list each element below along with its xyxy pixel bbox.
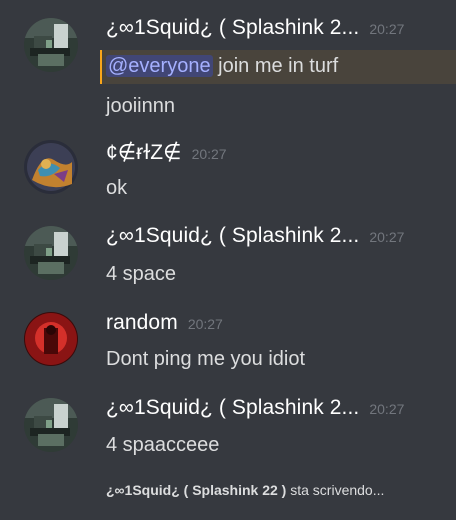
message-header: ¿∞1Squid¿ ( Splashink 2... 20:27 <box>106 396 404 420</box>
timestamp: 20:27 <box>369 229 405 245</box>
avatar-squid-image <box>24 226 78 280</box>
timestamp: 20:27 <box>187 316 223 332</box>
message-header: ¿∞1Squid¿ ( Splashink 2... 20:27 <box>106 224 404 248</box>
avatar-random-image <box>24 312 78 366</box>
avatar-squid[interactable] <box>24 226 78 280</box>
timestamp: 20:27 <box>369 21 405 37</box>
author-name[interactable]: ¢∉ɍɫZ∉ <box>106 141 182 164</box>
timestamp: 20:27 <box>369 401 405 417</box>
author-name[interactable]: random <box>106 311 178 334</box>
message-text: Dont ping me you idiot <box>106 348 306 370</box>
timestamp: 20:27 <box>191 146 227 162</box>
author-name[interactable]: ¿∞1Squid¿ ( Splashink 2... <box>106 16 359 39</box>
avatar-squid[interactable] <box>24 398 78 452</box>
message-text: @everyone join me in turf <box>106 55 338 78</box>
message-text: jooiinnn <box>106 95 175 117</box>
avatar-squid[interactable] <box>24 18 78 72</box>
chat-messages: ¿∞1Squid¿ ( Splashink 2... 20:27 @everyon… <box>0 0 456 520</box>
message-text-content: join me in turf <box>212 55 339 77</box>
message-header: ¢∉ɍɫZ∉ 20:27 <box>106 140 227 165</box>
message-header: ¿∞1Squid¿ ( Splashink 2... 20:27 <box>106 16 404 40</box>
message-header: random 20:27 <box>106 311 223 335</box>
author-name[interactable]: ¿∞1Squid¿ ( Splashink 2... <box>106 224 359 247</box>
typing-user: ¿∞1Squid¿ ( Splashink 22 ) <box>106 482 287 498</box>
avatar-cerz[interactable] <box>24 140 78 194</box>
typing-indicator: ¿∞1Squid¿ ( Splashink 22 ) sta scrivendo… <box>106 482 384 498</box>
typing-suffix: sta scrivendo... <box>286 482 385 498</box>
author-name[interactable]: ¿∞1Squid¿ ( Splashink 2... <box>106 396 359 419</box>
avatar-squid-image <box>24 18 78 72</box>
avatar-cerz-image <box>24 140 78 194</box>
message-text: ok <box>106 177 128 199</box>
message-text: 4 space <box>106 263 177 285</box>
mention-everyone[interactable]: @everyone <box>106 55 213 77</box>
message-text: 4 spaacceee <box>106 434 220 456</box>
avatar-random[interactable] <box>24 312 78 366</box>
avatar-squid-image <box>24 398 78 452</box>
